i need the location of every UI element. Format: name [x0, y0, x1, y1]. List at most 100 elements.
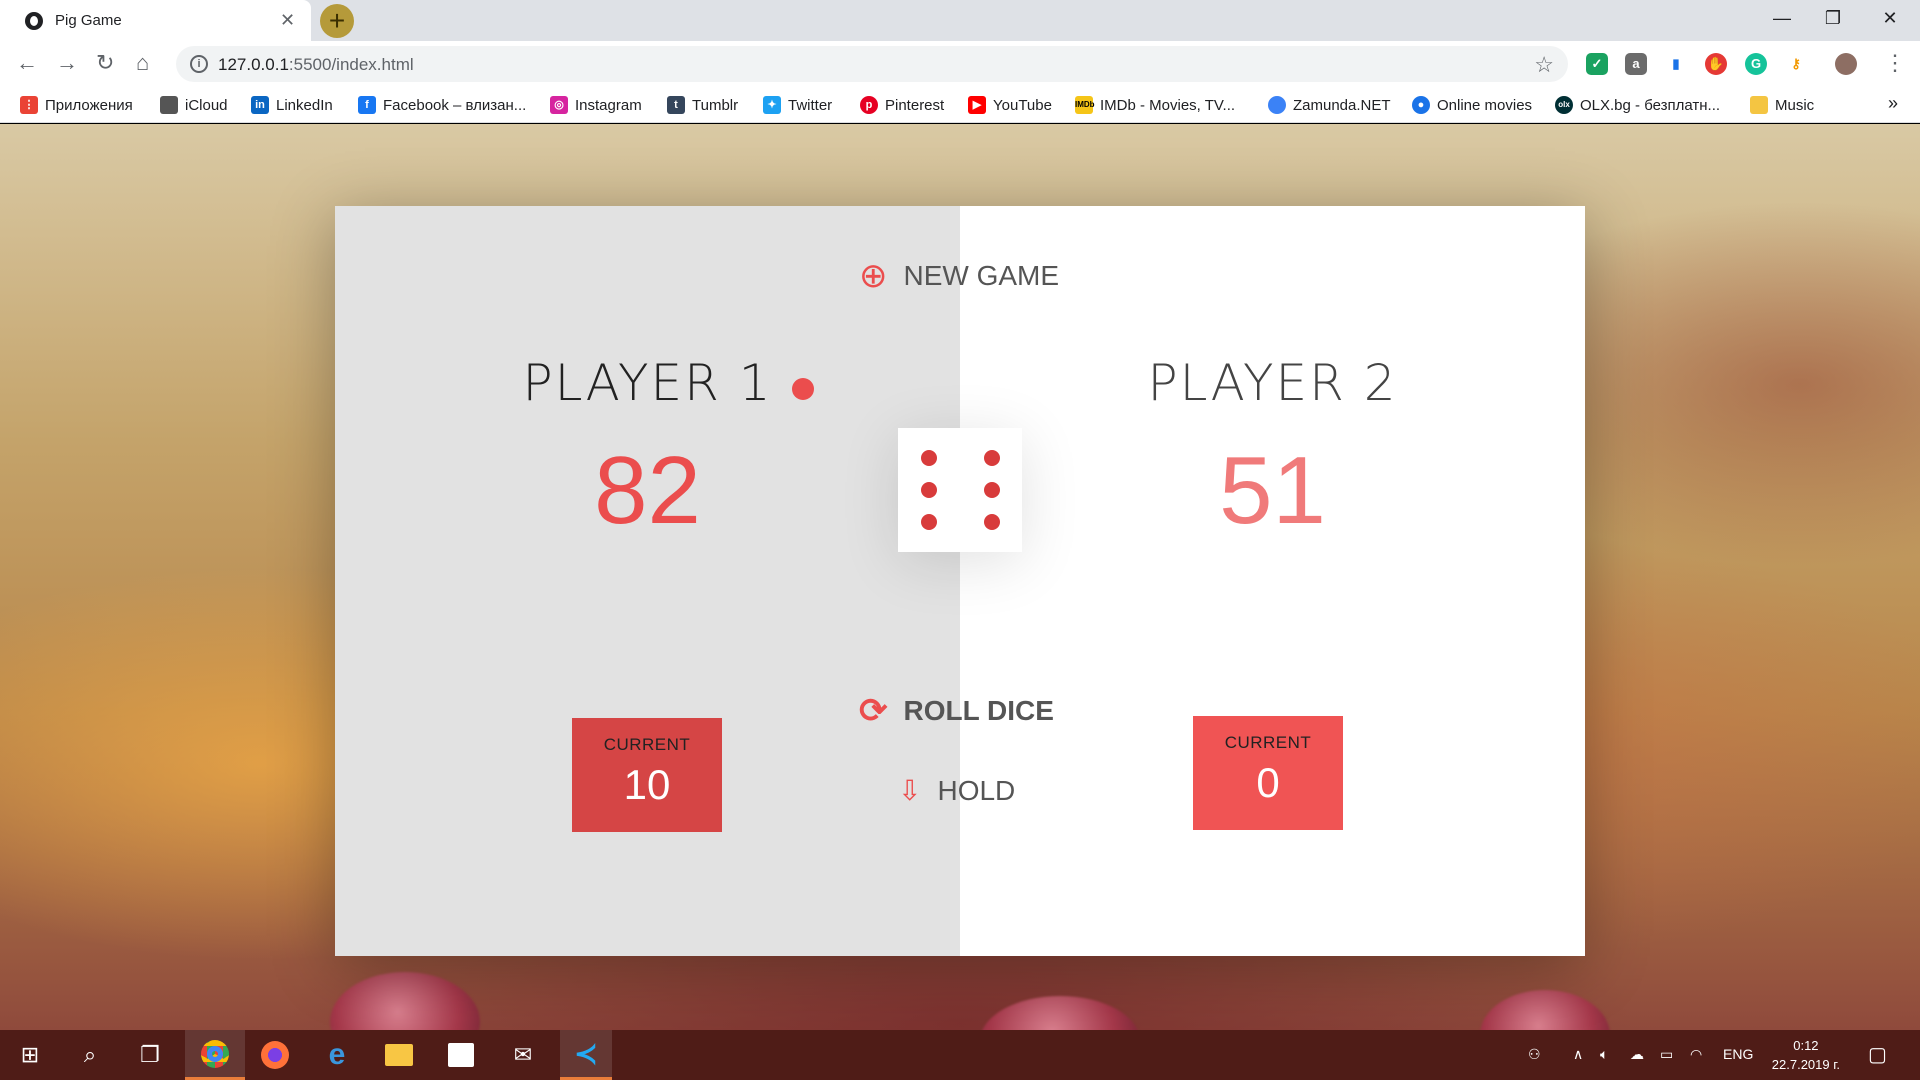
- raspberry-decoration: [1480, 990, 1610, 1030]
- forward-arrow-icon[interactable]: →: [56, 51, 78, 75]
- bookmark-item[interactable]: ⋮ Приложения: [20, 95, 133, 115]
- player-2-panel: PLAYER 2 51 CURRENT 0: [960, 206, 1585, 956]
- twitter-icon: ✦: [763, 96, 781, 114]
- store-icon[interactable]: [436, 1030, 486, 1080]
- chevron-up-icon[interactable]: ∧: [1573, 1046, 1583, 1063]
- player-2-score: 51: [1219, 437, 1326, 544]
- location-pin-icon: ●: [1412, 96, 1430, 114]
- site-info-icon[interactable]: i: [190, 55, 208, 73]
- game-wrapper: PLAYER 1 82 CURRENT 10 PLAYER 2 51 CURRE…: [335, 206, 1585, 956]
- browser-toolbar: ← → ↻ ⌂ i 127.0.0.1:5500/index.html ☆ ✓ …: [0, 41, 1920, 87]
- plus-circle-icon: ⊕: [859, 257, 888, 295]
- new-game-button[interactable]: ⊕ NEW GAME: [859, 259, 1059, 293]
- player-1-current-score: 10: [623, 761, 671, 808]
- current-label: CURRENT: [1224, 733, 1312, 752]
- bookmarks-overflow-button[interactable]: »: [1888, 93, 1898, 114]
- player-1-name: PLAYER 1: [522, 354, 773, 412]
- globe-icon: [25, 12, 43, 30]
- zamunda-icon: [1268, 96, 1286, 114]
- task-view-icon[interactable]: ❐: [125, 1030, 175, 1080]
- dice-pip: [921, 514, 937, 530]
- hold-button[interactable]: ⇩ HOLD: [898, 774, 1015, 808]
- bookmark-star-icon[interactable]: ☆: [1534, 52, 1554, 78]
- refresh-icon: ⟳: [859, 692, 888, 730]
- wifi-icon[interactable]: ◠: [1690, 1046, 1702, 1063]
- bookmarks-bar: ⋮ Приложения iCloud in LinkedIn f Facebook …: [0, 87, 1920, 123]
- player-2-name: PLAYER 2: [1147, 354, 1398, 412]
- battery-icon[interactable]: ▭: [1660, 1046, 1673, 1063]
- tab-title: Pig Game: [55, 12, 122, 29]
- extension-key-icon[interactable]: ⚷: [1785, 53, 1807, 75]
- olx-icon: olx: [1555, 96, 1573, 114]
- raspberry-decoration: [980, 996, 1140, 1030]
- onedrive-icon[interactable]: ☁: [1630, 1046, 1644, 1063]
- vscode-taskbar-icon[interactable]: ≺: [560, 1030, 612, 1080]
- bookmark-item[interactable]: p Pinterest: [860, 95, 944, 115]
- reload-icon[interactable]: ↻: [96, 51, 114, 75]
- bookmark-item[interactable]: ● Online movies: [1412, 95, 1532, 115]
- browser-tab[interactable]: Pig Game ✕: [0, 0, 311, 41]
- bookmark-item[interactable]: iCloud: [160, 95, 228, 115]
- dice-pip: [984, 450, 1000, 466]
- windows-taskbar: ⊞ ⌕ ❐ e ✉ ≺ ⚇ ∧ 🔈︎ ☁ ▭ ◠ ENG 0:12 22.7.2…: [0, 1030, 1920, 1080]
- bookmark-item[interactable]: in LinkedIn: [251, 95, 333, 115]
- firefox-taskbar-icon[interactable]: [250, 1030, 300, 1080]
- hold-label: HOLD: [937, 775, 1016, 806]
- clock-date: 22.7.2019 г.: [1771, 1057, 1840, 1072]
- extension-stop-icon[interactable]: ✋: [1705, 53, 1727, 75]
- volume-icon[interactable]: 🔈︎: [1600, 1046, 1608, 1063]
- player-1-panel: PLAYER 1 82 CURRENT 10: [335, 206, 960, 956]
- facebook-icon: f: [358, 96, 376, 114]
- bookmark-item[interactable]: ✦ Twitter: [763, 95, 832, 115]
- address-bar[interactable]: i 127.0.0.1:5500/index.html ☆: [176, 46, 1568, 82]
- tab-strip: Pig Game ✕ + — ❐ ✕: [0, 0, 1920, 41]
- profile-avatar[interactable]: [1835, 53, 1857, 75]
- youtube-icon: ▶: [968, 96, 986, 114]
- roll-dice-button[interactable]: ⟳ ROLL DICE: [859, 694, 1054, 728]
- menu-kebab-icon[interactable]: ⋮: [1884, 51, 1906, 75]
- back-arrow-icon[interactable]: ←: [16, 51, 38, 75]
- bookmark-item[interactable]: Zamunda.NET: [1268, 95, 1391, 115]
- dice-pip: [984, 514, 1000, 530]
- search-icon[interactable]: ⌕: [65, 1030, 115, 1080]
- dice-pip: [984, 482, 1000, 498]
- bookmark-item[interactable]: ▶ YouTube: [968, 95, 1052, 115]
- home-icon[interactable]: ⌂: [136, 51, 149, 75]
- folder-icon: [1750, 96, 1768, 114]
- windows-start-icon[interactable]: ⊞: [5, 1030, 55, 1080]
- language-indicator[interactable]: ENG: [1723, 1046, 1753, 1062]
- player-2-current-box: CURRENT 0: [1193, 716, 1343, 830]
- edge-taskbar-icon[interactable]: e: [312, 1030, 362, 1080]
- bookmark-item[interactable]: t Tumblr: [667, 95, 738, 115]
- people-icon[interactable]: ⚇: [1528, 1046, 1541, 1063]
- bookmark-item[interactable]: ◎ Instagram: [550, 95, 642, 115]
- bookmark-item[interactable]: f Facebook – влизан...: [358, 95, 526, 115]
- bookmark-item[interactable]: IMDb IMDb - Movies, TV...: [1075, 95, 1235, 115]
- dice: [898, 428, 1022, 552]
- tumblr-icon: t: [667, 96, 685, 114]
- grammarly-icon[interactable]: G: [1745, 53, 1767, 75]
- minimize-button[interactable]: —: [1762, 8, 1802, 29]
- active-player-indicator: [792, 378, 814, 400]
- new-tab-button[interactable]: +: [320, 4, 354, 38]
- apple-icon: [160, 96, 178, 114]
- imdb-icon: IMDb: [1075, 96, 1095, 114]
- maximize-button[interactable]: ❐: [1813, 8, 1853, 29]
- extension-chart-icon[interactable]: ▮: [1665, 53, 1687, 75]
- bookmark-item[interactable]: olx OLX.bg - безплатн...: [1555, 95, 1720, 115]
- extension-lock-icon[interactable]: a: [1625, 53, 1647, 75]
- window-close-button[interactable]: ✕: [1870, 8, 1910, 29]
- apps-grid-icon: ⋮: [20, 96, 38, 114]
- page-background: PLAYER 1 82 CURRENT 10 PLAYER 2 51 CURRE…: [0, 124, 1920, 1030]
- notifications-icon[interactable]: ▢: [1868, 1042, 1887, 1067]
- clock-time: 0:12: [1793, 1038, 1819, 1053]
- clock[interactable]: 0:12 22.7.2019 г.: [1772, 1036, 1840, 1074]
- bookmark-item[interactable]: Music: [1750, 95, 1814, 115]
- player-1-score: 82: [594, 437, 701, 544]
- file-explorer-icon[interactable]: [374, 1030, 424, 1080]
- tab-close-icon[interactable]: ✕: [280, 9, 295, 31]
- mail-icon[interactable]: ✉: [498, 1030, 548, 1080]
- url-text[interactable]: 127.0.0.1:5500/index.html: [218, 55, 414, 75]
- extension-shield-icon[interactable]: ✓: [1586, 53, 1608, 75]
- chrome-taskbar-icon[interactable]: [185, 1030, 245, 1080]
